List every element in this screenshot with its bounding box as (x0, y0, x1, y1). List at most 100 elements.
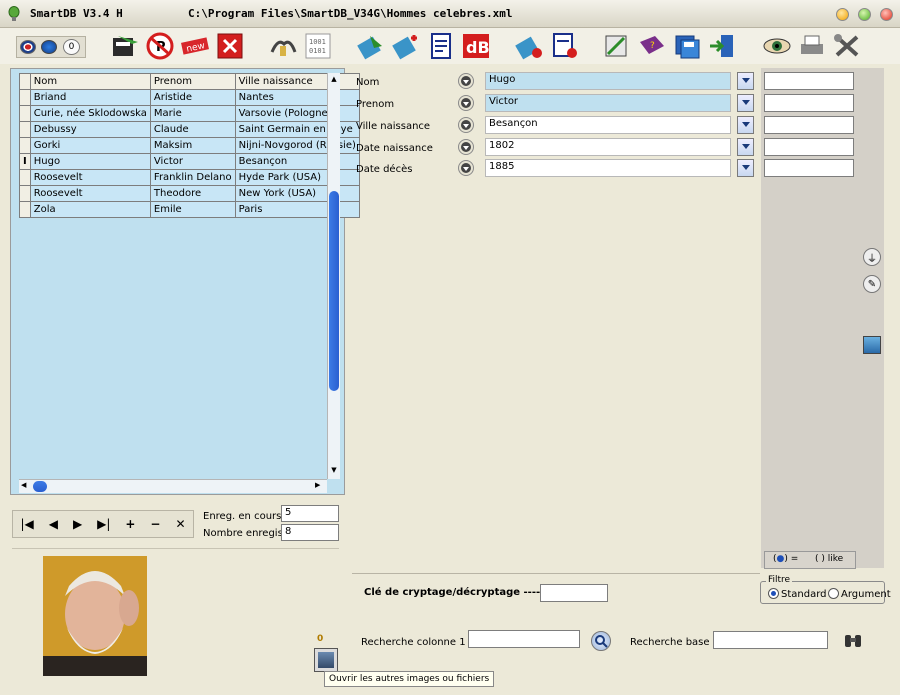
field-value-input[interactable]: 1802 (485, 138, 731, 156)
cell-ville[interactable]: Nijni-Novgorod (Russie) (234, 137, 360, 154)
table-row[interactable]: Roosevelt Theodore New York (USA) (19, 185, 360, 202)
side-field-5[interactable] (764, 159, 854, 177)
magic-wand-icon[interactable]: ✎ (863, 275, 881, 293)
cell-ville[interactable]: Paris (234, 201, 360, 218)
table-row[interactable]: Briand Aristide Nantes (19, 89, 360, 106)
field-dropdown-button[interactable] (737, 159, 754, 177)
vertical-scroll-thumb[interactable] (329, 191, 339, 391)
side-field-1[interactable] (764, 72, 854, 90)
search-column-input[interactable] (468, 630, 580, 648)
field-down-arrow-icon[interactable] (458, 73, 474, 89)
cell-ville[interactable]: Besançon (234, 153, 360, 170)
argument-radio[interactable] (828, 588, 839, 599)
field-dropdown-button[interactable] (737, 94, 754, 112)
row-indicator[interactable] (19, 201, 31, 218)
cell-ville[interactable]: Varsovie (Pologne) (234, 105, 360, 122)
cell-ville[interactable]: Nantes (234, 89, 360, 106)
table-row[interactable]: Gorki Maksim Nijni-Novgorod (Russie) (19, 137, 360, 154)
open-db-button[interactable] (108, 30, 142, 62)
cell-ville[interactable]: Hyde Park (USA) (234, 169, 360, 186)
scroll-up-icon[interactable]: ▲ (329, 75, 339, 85)
field-down-arrow-icon[interactable] (458, 117, 474, 133)
exit-button[interactable] (705, 30, 739, 62)
crypt-key-input[interactable] (540, 584, 608, 602)
table-row[interactable]: Roosevelt Franklin Delano Hyde Park (USA) (19, 169, 360, 186)
cell-nom[interactable]: Hugo (29, 153, 151, 170)
print-button[interactable] (795, 30, 829, 62)
cell-nom[interactable]: Roosevelt (29, 185, 151, 202)
cell-prenom[interactable]: Marie (149, 105, 236, 122)
field-value-input[interactable]: Hugo (485, 72, 731, 90)
field-down-arrow-icon[interactable] (458, 160, 474, 176)
binoculars-icon[interactable] (842, 631, 864, 651)
cell-prenom[interactable]: Theodore (149, 185, 236, 202)
search-magnifier-icon[interactable] (591, 631, 611, 651)
row-indicator[interactable] (19, 105, 31, 122)
table-row[interactable]: Curie, née Sklodowska Marie Varsovie (Polo… (19, 105, 360, 122)
next-record-button[interactable]: ▶ (73, 517, 82, 531)
design-button[interactable] (600, 30, 634, 62)
column-header-prenom[interactable]: Prenom (149, 73, 236, 90)
cell-nom[interactable]: Curie, née Sklodowska (29, 105, 151, 122)
row-indicator[interactable] (19, 137, 31, 154)
record-delete-button[interactable] (547, 30, 581, 62)
side-field-2[interactable] (764, 94, 854, 112)
column-header-nom[interactable]: Nom (29, 73, 151, 90)
uk-flag-icon[interactable] (20, 40, 36, 54)
import-button[interactable] (512, 30, 546, 62)
cell-nom[interactable]: Zola (29, 201, 151, 218)
current-row-cursor-icon[interactable]: I (19, 153, 31, 170)
cancel-nav-button[interactable]: ✕ (175, 517, 185, 531)
cell-prenom[interactable]: Emile (149, 201, 236, 218)
cell-ville[interactable]: Saint Germain en Laye (234, 121, 360, 138)
current-record-field[interactable]: 5 (281, 505, 339, 522)
field-down-arrow-icon[interactable] (458, 139, 474, 155)
settings-button[interactable] (830, 30, 864, 62)
row-indicator[interactable] (19, 185, 31, 202)
no-entry-button[interactable]: P (143, 30, 177, 62)
field-dropdown-button[interactable] (737, 138, 754, 156)
row-indicator[interactable] (19, 121, 31, 138)
counter-badge[interactable]: 0 (63, 39, 80, 55)
add-record-nav-button[interactable]: + (125, 517, 135, 531)
horizontal-scrollbar[interactable]: ◀ ▶ (19, 479, 327, 493)
delete-record-nav-button[interactable]: − (150, 517, 160, 531)
view-button[interactable] (760, 30, 794, 62)
new-button[interactable]: new (178, 30, 212, 62)
vertical-scrollbar[interactable]: ▲ ▼ (327, 73, 340, 479)
previous-record-button[interactable]: ◀ (49, 517, 58, 531)
field-dropdown-button[interactable] (737, 72, 754, 90)
row-indicator[interactable] (19, 169, 31, 186)
export-button[interactable] (354, 30, 388, 62)
close-button[interactable] (880, 8, 893, 21)
add-record-button[interactable] (389, 30, 423, 62)
column-header-ville[interactable]: Ville naissance (234, 73, 360, 90)
filter-funnel-icon[interactable]: ⏚ (863, 248, 881, 266)
like-radio[interactable]: ( ) like (815, 554, 843, 564)
side-field-4[interactable] (764, 138, 854, 156)
delete-button[interactable] (213, 30, 247, 62)
cell-prenom[interactable]: Aristide (149, 89, 236, 106)
table-row[interactable]: Zola Emile Paris (19, 201, 360, 218)
cell-nom[interactable]: Gorki (29, 137, 151, 154)
cell-nom[interactable]: Roosevelt (29, 169, 151, 186)
last-record-button[interactable]: ▶| (97, 517, 110, 531)
document-button[interactable] (424, 30, 458, 62)
maximize-button[interactable] (858, 8, 871, 21)
field-value-input[interactable]: 1885 (485, 159, 731, 177)
field-value-input[interactable]: Victor (485, 94, 731, 112)
field-value-input[interactable]: Besançon (485, 116, 731, 134)
save-copy-button[interactable] (670, 30, 704, 62)
help-book-button[interactable]: ? (635, 30, 669, 62)
tools-button[interactable] (266, 30, 300, 62)
standard-radio[interactable] (768, 588, 779, 599)
screen-icon[interactable] (863, 336, 881, 354)
db-button[interactable]: dB (459, 30, 493, 62)
minimize-button[interactable] (836, 8, 849, 21)
table-row[interactable]: Debussy Claude Saint Germain en Laye (19, 121, 360, 138)
search-base-input[interactable] (713, 631, 828, 649)
field-down-arrow-icon[interactable] (458, 95, 474, 111)
cell-prenom[interactable]: Maksim (149, 137, 236, 154)
open-images-button[interactable] (314, 648, 338, 672)
cell-prenom[interactable]: Claude (149, 121, 236, 138)
